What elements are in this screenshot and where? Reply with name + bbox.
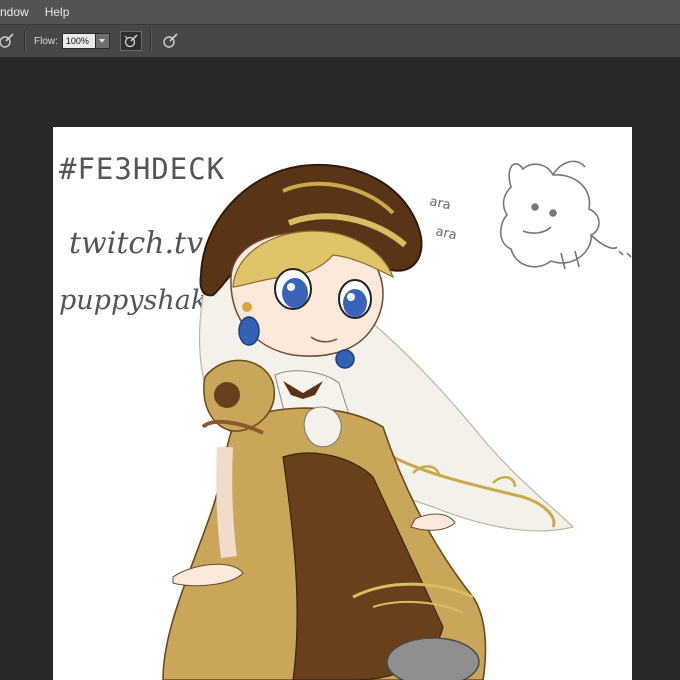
- menu-help[interactable]: Help: [37, 5, 78, 19]
- airbrush-toggle-button[interactable]: [119, 31, 142, 51]
- menu-bar: ndow Help: [0, 0, 680, 25]
- flow-input[interactable]: 100%: [61, 33, 96, 49]
- airbrush-icon: [124, 34, 138, 48]
- hashtag-text: #FE3HDECK: [59, 152, 225, 186]
- document-canvas[interactable]: #FE3HDECK twitch.tv puppyshaker ara ara: [53, 127, 632, 680]
- sfx-text-1: ara: [428, 194, 452, 213]
- puppy-doodle: [499, 160, 632, 270]
- tablet-pressure-size-icon[interactable]: [160, 31, 180, 51]
- menu-window[interactable]: ndow: [0, 5, 37, 19]
- chevron-down-icon: [99, 39, 106, 43]
- brush-pressure-icon[interactable]: [0, 31, 16, 51]
- twitch-text: twitch.tv: [69, 226, 203, 261]
- divider: [24, 30, 26, 52]
- flow-label: Flow:: [34, 35, 58, 47]
- artwork: #FE3HDECK twitch.tv puppyshaker ara ara: [59, 152, 632, 680]
- sfx-text-2: ara: [434, 224, 458, 243]
- tool-options-bar: Flow: 100%: [0, 25, 680, 58]
- flow-dropdown-button[interactable]: [95, 33, 110, 49]
- divider: [149, 30, 152, 52]
